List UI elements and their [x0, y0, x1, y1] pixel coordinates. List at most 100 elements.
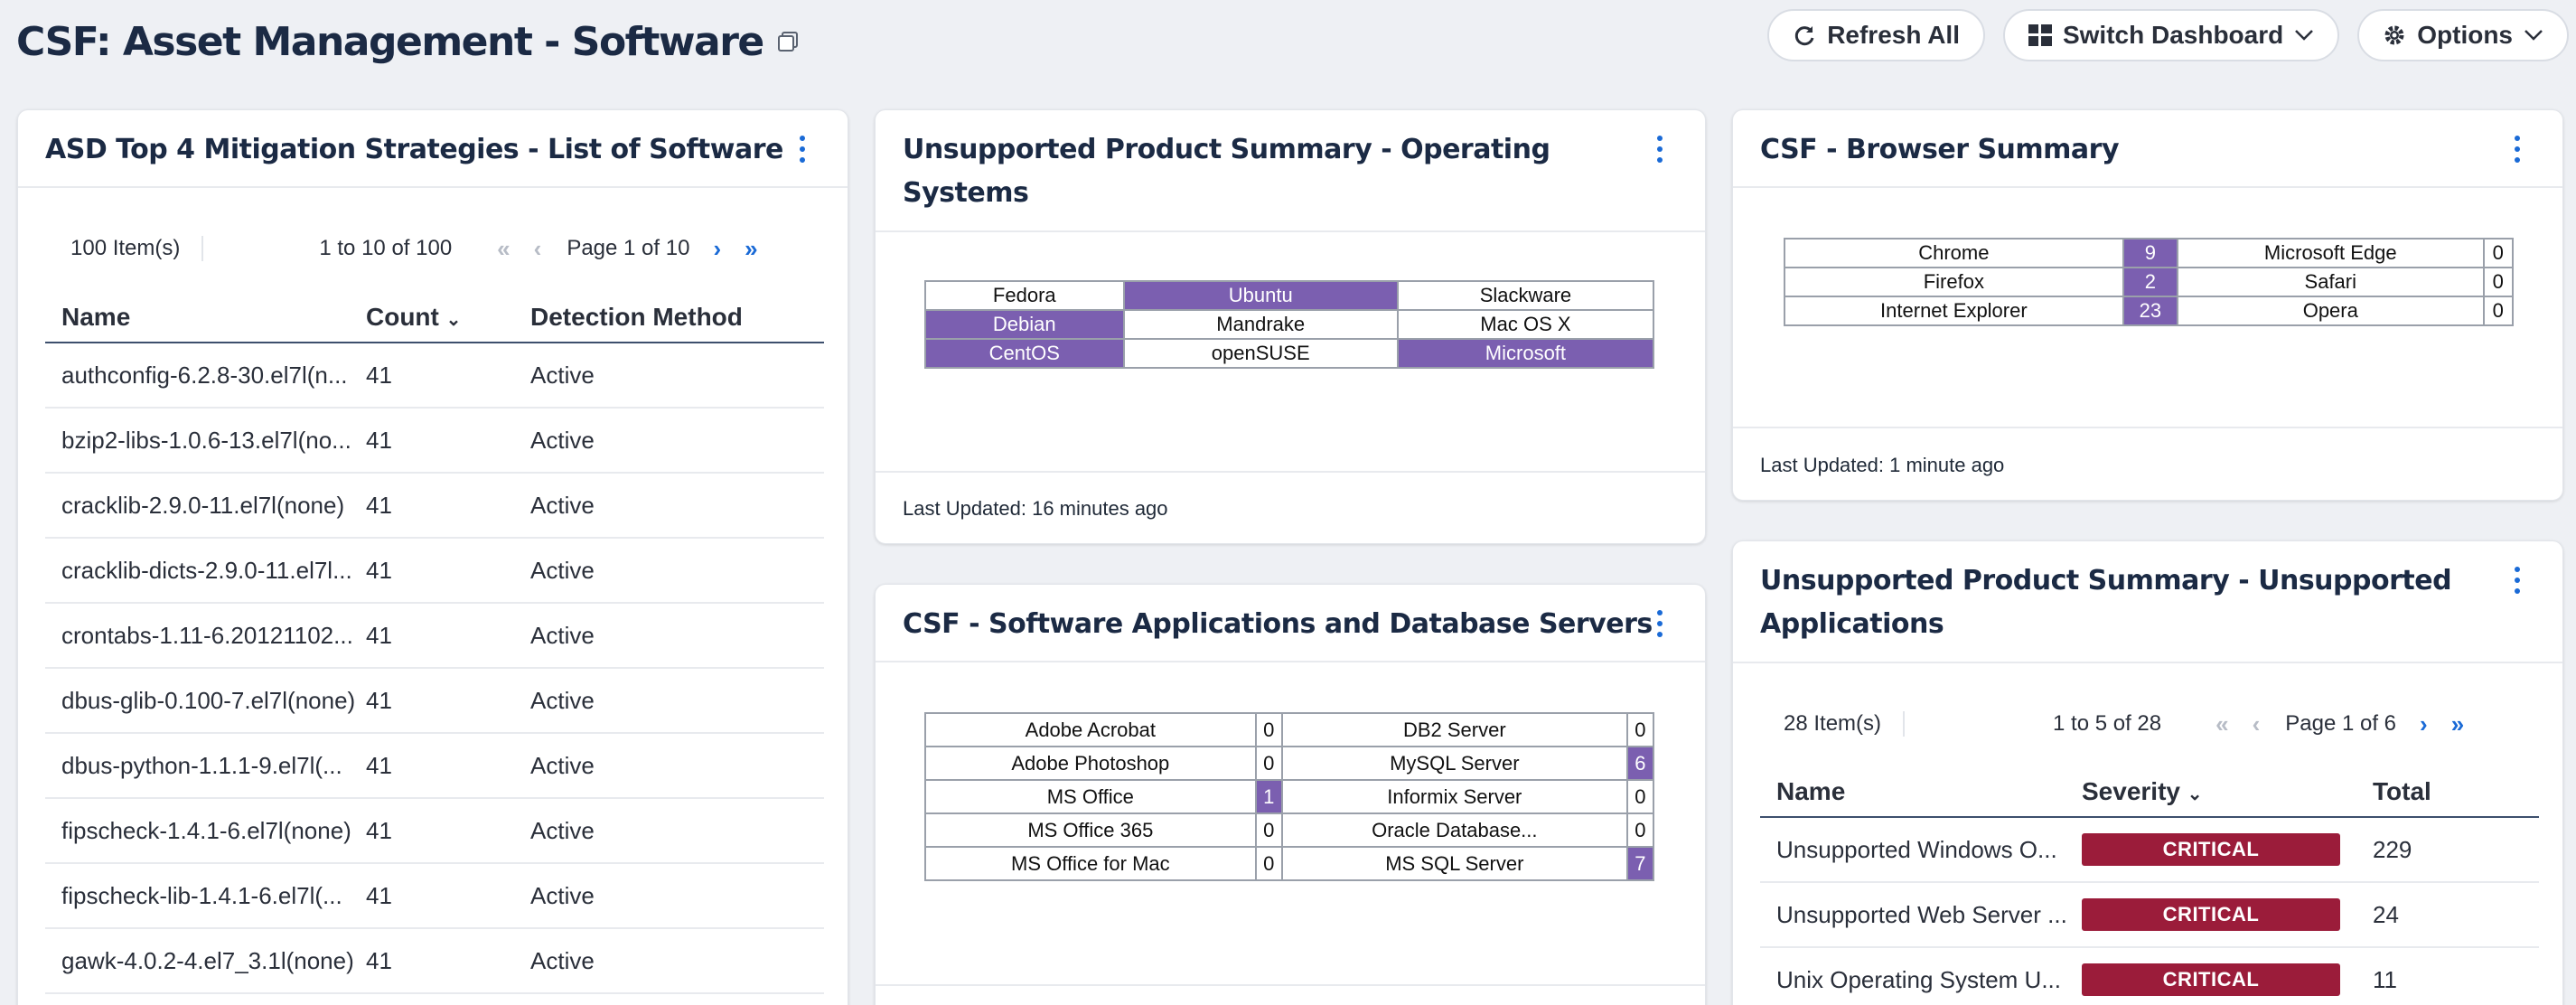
card-menu-icon[interactable] — [2512, 567, 2523, 594]
matrix-cell[interactable]: Ubuntu — [1122, 280, 1399, 311]
column-header-total[interactable]: Total — [2373, 777, 2539, 806]
matrix-cell[interactable]: Debian — [924, 309, 1125, 340]
software-table: Name Count ⌄ Detection Method authconfig… — [45, 293, 824, 994]
matrix-cell[interactable]: MS Office — [924, 779, 1257, 814]
severity-badge: CRITICAL — [2082, 963, 2340, 996]
detection-method: Active — [530, 946, 595, 974]
table-row[interactable]: fipscheck-lib-1.4.1-6.el7l(... 41 Active — [45, 864, 824, 929]
matrix-cell[interactable]: Safari — [2177, 267, 2485, 297]
matrix-cell[interactable]: 7 — [1625, 846, 1655, 881]
card-menu-icon[interactable] — [2512, 136, 2523, 163]
matrix-cell[interactable]: Chrome — [1784, 238, 2124, 268]
card-title-line-1: Unsupported Product Summary - Operating — [903, 134, 1550, 165]
last-page-icon[interactable]: » — [2451, 710, 2464, 738]
table-header: Name Count ⌄ Detection Method — [45, 293, 824, 343]
table-row[interactable]: bzip2-libs-1.0.6-13.el7l(no... 41 Active — [45, 409, 824, 474]
matrix-cell[interactable]: Informix Server — [1280, 779, 1628, 814]
column-header-name[interactable]: Name — [1760, 777, 2082, 806]
matrix-cell[interactable]: 0 — [1254, 712, 1283, 747]
matrix-cell[interactable]: Mandrake — [1122, 309, 1399, 340]
table-row[interactable]: gawk-4.0.2-4.el7_3.1l(none) 41 Active — [45, 929, 824, 994]
matrix-cell[interactable]: 2 — [2122, 267, 2179, 297]
matrix-cell[interactable]: Fedora — [924, 280, 1125, 311]
matrix-cell[interactable]: 0 — [2482, 296, 2515, 326]
column-header-count[interactable]: Count ⌄ — [366, 303, 530, 332]
software-count: 41 — [366, 491, 392, 519]
prev-page-icon[interactable]: ‹ — [534, 235, 542, 263]
matrix-cell[interactable]: Internet Explorer — [1784, 296, 2124, 326]
matrix-cell[interactable]: MS Office for Mac — [924, 846, 1257, 881]
column-header-severity[interactable]: Severity ⌄ — [2082, 777, 2373, 806]
matrix-cell[interactable]: 6 — [1625, 746, 1655, 781]
refresh-all-button[interactable]: Refresh All — [1767, 9, 1985, 61]
card-header: Unsupported Product Summary - Unsupporte… — [1733, 541, 2562, 663]
table-row[interactable]: crontabs-1.11-6.20121102... 41 Active — [45, 604, 824, 669]
column-header-detection[interactable]: Detection Method — [530, 303, 824, 332]
next-page-icon[interactable]: › — [2420, 710, 2428, 738]
switch-dashboard-button[interactable]: Switch Dashboard — [2002, 9, 2340, 61]
card-menu-icon[interactable] — [1654, 610, 1665, 637]
card-header: CSF - Software Applications and Database… — [876, 585, 1705, 662]
software-name: crontabs-1.11-6.20121102... — [61, 621, 353, 649]
first-page-icon[interactable]: « — [497, 235, 510, 263]
software-name: gawk-4.0.2-4.el7_3.1l(none) — [61, 946, 354, 974]
table-row[interactable]: dbus-python-1.1.1-9.el7l(... 41 Active — [45, 734, 824, 799]
card-header: CSF - Browser Summary — [1733, 110, 2562, 188]
matrix-cell[interactable]: 0 — [1625, 812, 1655, 848]
matrix-cell[interactable]: 0 — [1254, 746, 1283, 781]
matrix-cell[interactable]: Firefox — [1784, 267, 2124, 297]
matrix-cell[interactable]: 9 — [2122, 238, 2179, 268]
matrix-cell[interactable]: 0 — [2482, 238, 2515, 268]
matrix-cell[interactable]: Slackware — [1396, 280, 1655, 311]
matrix-cell[interactable]: 1 — [1254, 779, 1283, 814]
card-title-line-1: Unsupported Product Summary - Unsupporte… — [1760, 565, 2452, 596]
matrix-cell[interactable]: 0 — [1625, 779, 1655, 814]
next-page-icon[interactable]: › — [713, 235, 721, 263]
matrix-cell[interactable]: Mac OS X — [1396, 309, 1655, 340]
table-row[interactable]: Unsupported Web Server ... CRITICAL 24 — [1760, 883, 2539, 948]
software-count: 41 — [366, 556, 392, 584]
matrix-cell[interactable]: Oracle Database... — [1280, 812, 1628, 848]
matrix-row: Adobe Photoshop 0 MySQL Server 6 — [924, 746, 1655, 781]
matrix-cell[interactable]: MS SQL Server — [1280, 846, 1628, 881]
matrix-row: Chrome 9 Microsoft Edge 0 — [1784, 238, 2515, 268]
matrix-cell[interactable]: 0 — [1254, 846, 1283, 881]
table-row[interactable]: Unix Operating System U... CRITICAL 11 — [1760, 948, 2539, 1005]
card-menu-icon[interactable] — [797, 136, 808, 163]
matrix-cell[interactable]: Adobe Acrobat — [924, 712, 1257, 747]
card-menu-icon[interactable] — [1654, 136, 1665, 163]
matrix-cell[interactable]: 0 — [2482, 267, 2515, 297]
prev-page-icon[interactable]: ‹ — [2253, 710, 2261, 738]
matrix-cell[interactable]: Microsoft — [1396, 338, 1655, 369]
os-matrix: Fedora Ubuntu Slackware Debian Mandrake Mac O… — [924, 280, 1655, 369]
product-name: Unsupported Windows O... — [1776, 835, 2057, 863]
severity-badge: CRITICAL — [2082, 898, 2340, 931]
copy-icon[interactable] — [776, 30, 800, 53]
matrix-cell[interactable]: MS Office 365 — [924, 812, 1257, 848]
severity-cell: CRITICAL — [2082, 833, 2373, 866]
table-row[interactable]: fipscheck-1.4.1-6.el7l(none) 41 Active — [45, 799, 824, 864]
matrix-cell[interactable]: CentOS — [924, 338, 1125, 369]
software-name: bzip2-libs-1.0.6-13.el7l(no... — [61, 426, 351, 454]
matrix-cell[interactable]: 0 — [1625, 712, 1655, 747]
column-header-name[interactable]: Name — [45, 303, 366, 332]
matrix-cell[interactable]: DB2 Server — [1280, 712, 1628, 747]
table-row[interactable]: cracklib-dicts-2.9.0-11.el7l... 41 Active — [45, 539, 824, 604]
dashboard-grid-icon — [2028, 24, 2052, 46]
matrix-cell[interactable]: Adobe Photoshop — [924, 746, 1257, 781]
options-label: Options — [2417, 21, 2513, 49]
matrix-cell[interactable]: Microsoft Edge — [2177, 238, 2485, 268]
matrix-cell[interactable]: openSUSE — [1122, 338, 1399, 369]
options-button[interactable]: Options — [2357, 9, 2569, 61]
first-page-icon[interactable]: « — [2215, 710, 2228, 738]
table-row[interactable]: cracklib-2.9.0-11.el7l(none) 41 Active — [45, 474, 824, 539]
matrix-cell[interactable]: 23 — [2122, 296, 2179, 326]
last-page-icon[interactable]: » — [745, 235, 757, 263]
matrix-cell[interactable]: 0 — [1254, 812, 1283, 848]
table-row[interactable]: authconfig-6.2.8-30.el7l(n... 41 Active — [45, 343, 824, 409]
matrix-row: Internet Explorer 23 Opera 0 — [1784, 296, 2515, 326]
matrix-cell[interactable]: MySQL Server — [1280, 746, 1628, 781]
matrix-cell[interactable]: Opera — [2177, 296, 2485, 326]
table-row[interactable]: Unsupported Windows O... CRITICAL 229 — [1760, 818, 2539, 883]
table-row[interactable]: dbus-glib-0.100-7.el7l(none) 41 Active — [45, 669, 824, 734]
